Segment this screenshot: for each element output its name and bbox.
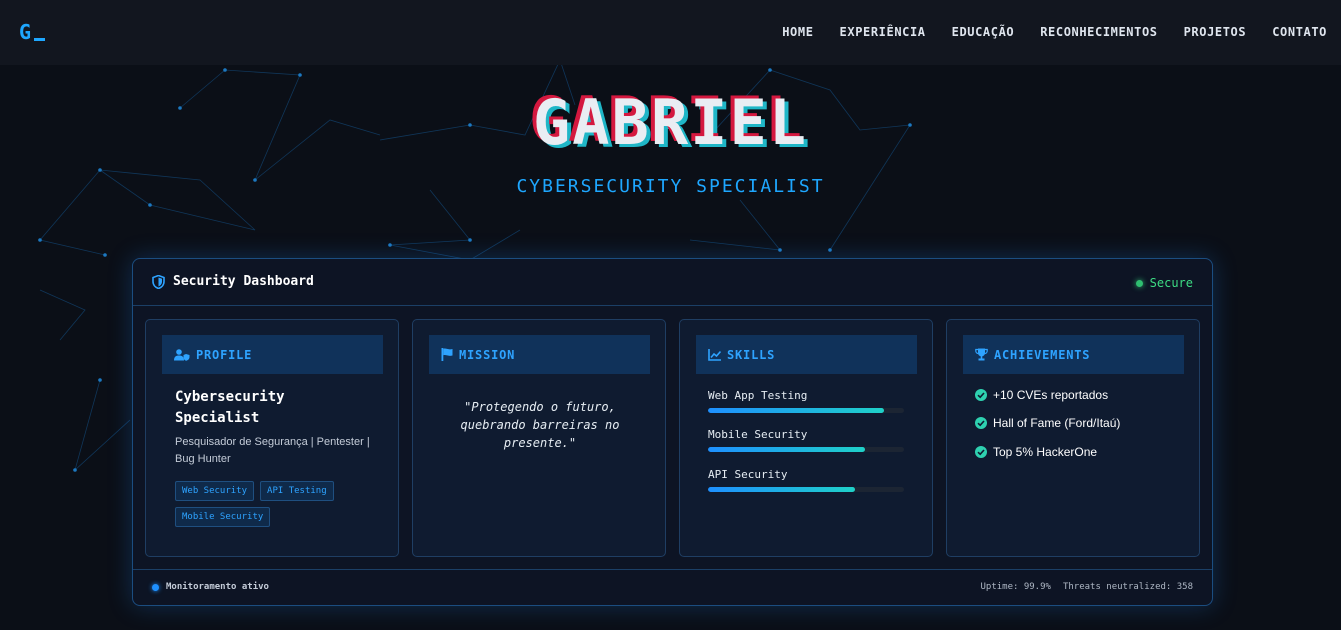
logo-cursor <box>34 38 46 41</box>
skill-progress-track <box>708 408 904 413</box>
monitoring-dot-icon <box>152 583 159 591</box>
achievement-text: +10 CVEs reportados <box>993 388 1109 402</box>
skill-progress-fill <box>708 447 865 452</box>
skill-name: Mobile Security <box>708 428 808 441</box>
mission-card-header-label: MISSION <box>459 347 516 362</box>
skills-card: SKILLS Web App Testing Mobile Security A… <box>679 319 933 557</box>
skills-card-header-label: SKILLS <box>727 347 776 362</box>
profile-card: PROFILE Cybersecurity Specialist Pesquis… <box>145 319 399 557</box>
dashboard-title-text: Security Dashboard <box>173 274 314 289</box>
achievement-item: Top 5% HackerOne <box>975 445 1097 459</box>
mission-card: MISSION "Protegendo o futuro, quebrando … <box>412 319 666 557</box>
achievement-text: Top 5% HackerOne <box>993 445 1098 459</box>
tag-api-testing: API Testing <box>260 481 334 501</box>
dashboard-title: Security Dashboard <box>152 274 314 289</box>
hero-subtitle: CYBERSECURITY SPECIALIST <box>516 176 825 197</box>
skill-item: Web App Testing <box>708 389 904 413</box>
tag-mobile-security: Mobile Security <box>175 507 271 527</box>
achievement-item: +10 CVEs reportados <box>975 388 1108 402</box>
nav-link-experiencia[interactable]: EXPERIÊNCIA <box>840 25 926 39</box>
monitoring-text: Monitoramento ativo <box>166 582 269 592</box>
trophy-icon <box>975 348 988 361</box>
achievements-card-header-label: ACHIEVEMENTS <box>994 347 1091 362</box>
top-navbar: G HOME EXPERIÊNCIA EDUCAÇÃO RECONHECIMEN… <box>0 0 1341 65</box>
threats-stat: Threats neutralized: 358 <box>1062 582 1193 592</box>
skill-name: Web App Testing <box>708 389 808 402</box>
nav-link-contato[interactable]: CONTATO <box>1272 25 1327 39</box>
profile-title: Cybersecurity Specialist <box>175 389 285 426</box>
user-shield-icon <box>174 348 190 361</box>
uptime-stat: Uptime: 99.9% <box>980 582 1051 592</box>
status-dot-icon <box>1135 279 1143 287</box>
check-circle-icon <box>975 417 987 429</box>
skill-item: Mobile Security <box>708 428 904 452</box>
skill-name: API Security <box>708 468 788 481</box>
status-text: Secure <box>1149 276 1193 290</box>
status-badge: Secure <box>1135 276 1193 290</box>
skill-progress-fill <box>708 408 885 413</box>
flag-icon <box>441 348 453 361</box>
check-circle-icon <box>975 446 987 458</box>
site-logo[interactable]: G <box>19 20 46 44</box>
nav-link-home[interactable]: HOME <box>782 25 813 39</box>
chart-line-icon <box>708 348 721 361</box>
achievements-card: ACHIEVEMENTS +10 CVEs reportados Hall of… <box>946 319 1200 557</box>
footer-stats: Uptime: 99.9% Threats neutralized: 358 <box>981 582 1194 592</box>
dashboard-header: Security Dashboard Secure <box>133 259 1212 306</box>
shield-icon <box>152 274 165 289</box>
nav-link-reconhecimentos[interactable]: RECONHECIMENTOS <box>1040 25 1157 39</box>
dashboard-cards: PROFILE Cybersecurity Specialist Pesquis… <box>145 319 1200 557</box>
profile-card-header: PROFILE <box>162 335 383 374</box>
skill-progress-track <box>708 487 904 492</box>
skill-item: API Security <box>708 468 904 492</box>
tag-web-security: Web Security <box>175 481 255 501</box>
check-circle-icon <box>975 389 987 401</box>
achievements-card-header: ACHIEVEMENTS <box>963 335 1184 374</box>
profile-card-header-label: PROFILE <box>196 347 253 362</box>
hero-title: GABRIEL <box>532 86 809 159</box>
profile-description: Pesquisador de Segurança | Pentester | B… <box>175 436 370 465</box>
skill-progress-track <box>708 447 904 452</box>
dashboard-footer: Monitoramento ativo Uptime: 99.9% Threat… <box>133 569 1212 605</box>
achievement-item: Hall of Fame (Ford/Itaú) <box>975 416 1120 430</box>
mission-quote: "Protegendo o futuro, quebrando barreira… <box>460 400 620 450</box>
nav-link-educacao[interactable]: EDUCAÇÃO <box>952 25 1015 39</box>
profile-tags: Web Security API Testing Mobile Security <box>175 481 385 527</box>
monitoring-indicator: Monitoramento ativo <box>152 582 269 592</box>
achievement-text: Hall of Fame (Ford/Itaú) <box>993 416 1121 430</box>
security-dashboard: Security Dashboard Secure PROFILE Cybers… <box>132 258 1213 606</box>
logo-letter: G <box>19 20 33 44</box>
nav-links: HOME EXPERIÊNCIA EDUCAÇÃO RECONHECIMENTO… <box>782 25 1327 39</box>
nav-link-projetos[interactable]: PROJETOS <box>1184 25 1247 39</box>
mission-card-header: MISSION <box>429 335 650 374</box>
skills-card-header: SKILLS <box>696 335 917 374</box>
skill-progress-fill <box>708 487 855 492</box>
